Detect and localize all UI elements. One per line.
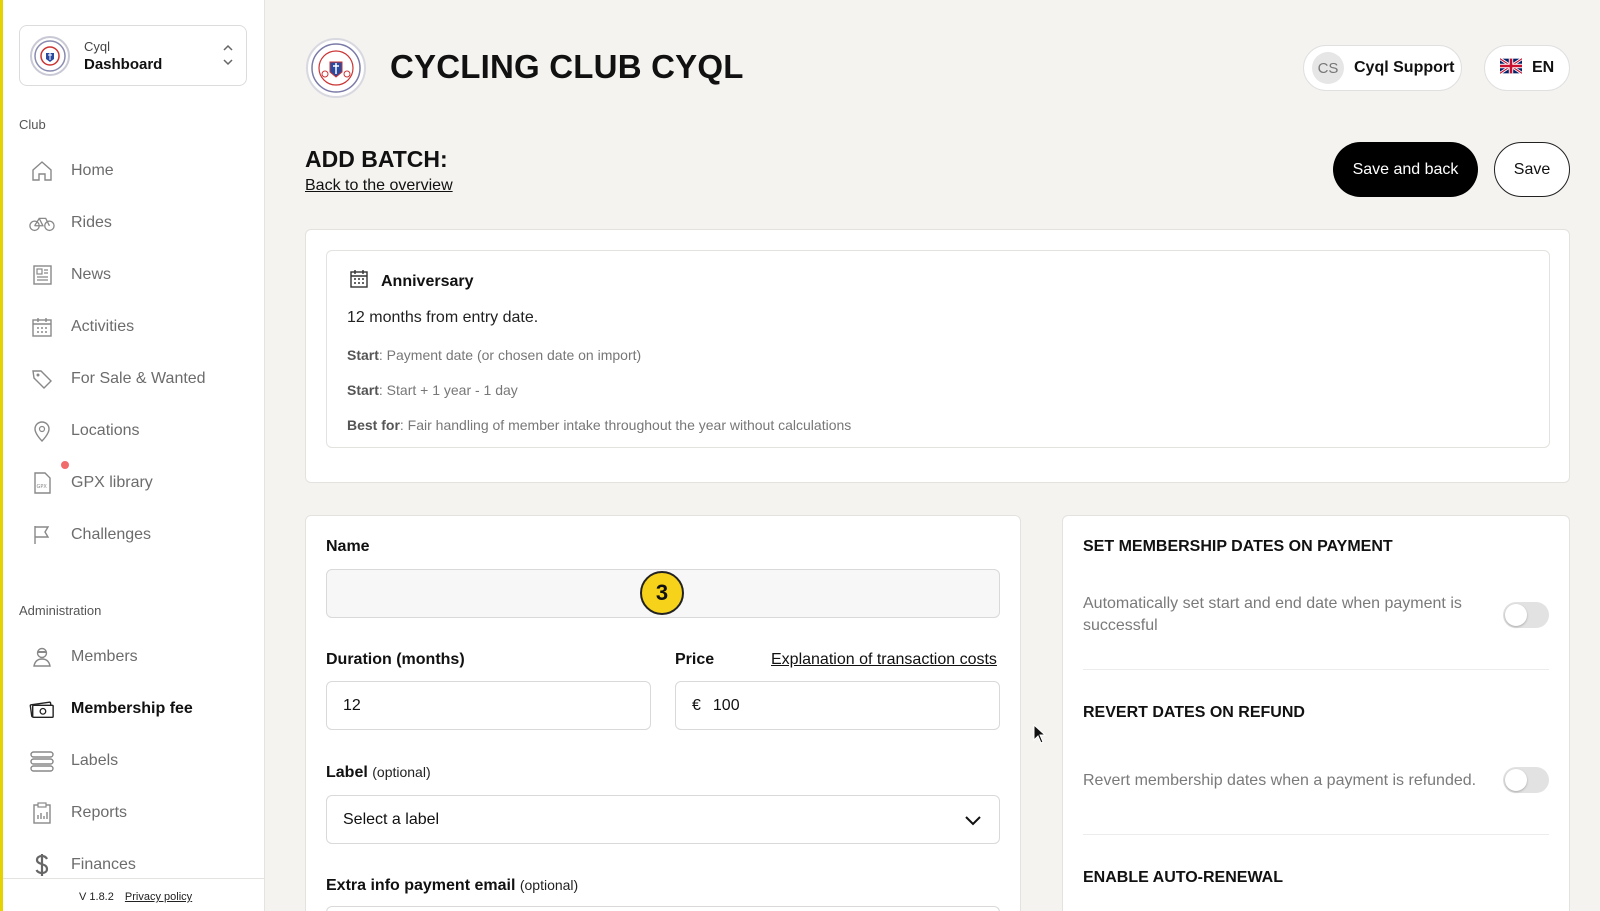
sidebar-item-label: Finances — [71, 856, 136, 873]
sidebar-item-news[interactable]: News — [29, 257, 249, 293]
sidebar: Cyql Dashboard Club Home Rides News Acti… — [3, 0, 265, 911]
membership-type-best-for: Best for: Fair handling of member intake… — [347, 417, 852, 433]
label-field-label: Label (optional) — [326, 764, 431, 781]
membership-type-name: Anniversary — [381, 272, 474, 290]
extra-info-input[interactable] — [326, 906, 1000, 911]
sidebar-item-for-sale-wanted[interactable]: For Sale & Wanted — [29, 361, 249, 397]
extra-info-label: Extra info payment email (optional) — [326, 877, 579, 894]
home-icon — [29, 158, 55, 184]
sidebar-item-reports[interactable]: Reports — [29, 795, 249, 831]
member-icon — [29, 644, 55, 670]
gpx-file-icon: GPX — [29, 470, 55, 496]
support-user-name: Cyql Support — [1354, 59, 1455, 76]
sidebar-item-label: News — [71, 266, 112, 283]
page-title: ADD BATCH: — [305, 146, 448, 172]
labels-icon — [29, 748, 55, 774]
dashboard-switcher[interactable]: Cyql Dashboard — [19, 25, 247, 86]
duration-input[interactable]: 12 — [326, 681, 651, 730]
back-to-overview-link[interactable]: Back to the overview — [305, 177, 453, 195]
administration-section-label: Administration — [19, 603, 102, 618]
label-select-value: Select a label — [343, 810, 440, 828]
avatar: CS — [1312, 52, 1344, 84]
membership-type-card: Anniversary 12 months from entry date. S… — [305, 229, 1570, 483]
step-number-badge: 3 — [640, 571, 684, 615]
price-value: 100 — [712, 696, 740, 714]
uk-flag-icon — [1499, 56, 1523, 79]
support-user-button[interactable]: CS Cyql Support — [1303, 45, 1462, 91]
transaction-costs-link[interactable]: Explanation of transaction costs — [771, 651, 997, 669]
toggle-knob — [1505, 604, 1527, 626]
price-input[interactable]: € 100 — [675, 681, 1000, 730]
sidebar-item-label: Home — [71, 162, 114, 179]
sidebar-footer: V 1.8.2 Privacy policy — [3, 878, 265, 911]
sidebar-item-label: Activities — [71, 318, 135, 335]
sidebar-item-label: Reports — [71, 804, 128, 821]
sidebar-item-gpx-library[interactable]: GPX GPX library — [29, 461, 249, 501]
revert-dates-on-refund-toggle[interactable] — [1503, 767, 1549, 793]
chevron-up-down-icon — [222, 42, 234, 72]
sidebar-item-label: For Sale & Wanted — [71, 370, 206, 387]
sidebar-item-label: Labels — [71, 752, 119, 769]
duration-label: Duration (months) — [326, 651, 465, 668]
setting-title: SET MEMBERSHIP DATES ON PAYMENT — [1083, 538, 1393, 555]
club-logo-icon — [30, 35, 70, 76]
chevron-down-icon — [963, 810, 983, 835]
version-text: V 1.8.2 — [79, 891, 114, 903]
privacy-policy-link[interactable]: Privacy policy — [125, 891, 192, 903]
flag-icon — [29, 522, 55, 548]
sidebar-item-label: Locations — [71, 422, 140, 439]
sidebar-item-membership-fee[interactable]: Membership fee — [29, 691, 249, 727]
sidebar-item-labels[interactable]: Labels — [29, 743, 249, 779]
newspaper-icon — [29, 262, 55, 288]
sidebar-item-label: Challenges — [71, 526, 152, 543]
mouse-pointer-icon — [1033, 723, 1047, 749]
save-button[interactable]: Save — [1494, 142, 1570, 197]
label-select[interactable]: Select a label — [326, 795, 1000, 844]
bicycle-icon — [29, 210, 55, 236]
club-emblem-icon — [306, 38, 366, 98]
sidebar-item-label: Members — [71, 648, 138, 665]
language-button[interactable]: EN — [1484, 45, 1570, 91]
sidebar-item-locations[interactable]: Locations — [29, 413, 249, 449]
money-icon — [29, 696, 55, 722]
sidebar-item-rides[interactable]: Rides — [29, 205, 249, 241]
membership-type-option[interactable]: Anniversary 12 months from entry date. S… — [326, 250, 1550, 448]
sidebar-item-label: Membership fee — [71, 700, 193, 717]
sidebar-item-home[interactable]: Home — [29, 153, 249, 189]
setting-description: Revert membership dates when a payment i… — [1083, 772, 1477, 789]
sidebar-item-label: GPX library — [71, 474, 153, 491]
price-label: Price — [675, 651, 715, 668]
toggle-knob — [1505, 769, 1527, 791]
club-name: CYCLING CLUB CYQL — [390, 48, 744, 85]
dollar-icon — [29, 852, 55, 878]
calendar-icon — [29, 314, 55, 340]
clipboard-icon — [29, 800, 55, 826]
notification-dot — [61, 461, 69, 469]
sidebar-item-challenges[interactable]: Challenges — [29, 517, 249, 553]
settings-card: SET MEMBERSHIP DATES ON PAYMENT Automati… — [1062, 515, 1570, 911]
set-dates-on-payment-toggle[interactable] — [1503, 602, 1549, 628]
setting-title: ENABLE AUTO-RENEWAL — [1083, 869, 1283, 886]
setting-description: Automatically set start and end date whe… — [1083, 595, 1462, 634]
save-and-back-button[interactable]: Save and back — [1333, 142, 1478, 197]
divider — [1083, 669, 1549, 670]
name-label: Name — [326, 538, 370, 555]
currency-symbol: € — [692, 696, 701, 714]
setting-title: REVERT DATES ON REFUND — [1083, 704, 1305, 721]
sidebar-item-activities[interactable]: Activities — [29, 309, 249, 345]
language-code: EN — [1532, 59, 1555, 76]
membership-type-end: Start: Start + 1 year - 1 day — [347, 382, 518, 398]
svg-text:GPX: GPX — [37, 484, 48, 490]
divider — [1083, 834, 1549, 835]
location-pin-icon — [29, 418, 55, 444]
sidebar-item-members[interactable]: Members — [29, 639, 249, 675]
sidebar-item-label: Rides — [71, 214, 112, 231]
switcher-title: Dashboard — [84, 55, 163, 73]
tag-icon — [29, 366, 55, 392]
switcher-org: Cyql — [84, 38, 111, 54]
club-section-label: Club — [19, 117, 46, 132]
membership-type-description: 12 months from entry date. — [347, 309, 539, 326]
calendar-icon — [349, 269, 369, 294]
membership-type-start: Start: Payment date (or chosen date on i… — [347, 347, 642, 363]
